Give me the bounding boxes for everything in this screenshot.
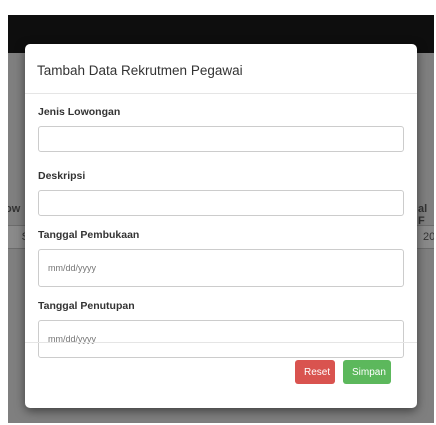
background-table-header-left: ow bbox=[8, 203, 21, 215]
deskripsi-input[interactable] bbox=[38, 190, 404, 216]
modal-footer: Reset Simpan bbox=[25, 342, 417, 408]
form-group-tanggal-pembukaan: Tanggal Pembukaan bbox=[38, 229, 404, 287]
background-table-header-right: al F bbox=[418, 203, 428, 227]
reset-button[interactable]: Reset bbox=[295, 360, 335, 384]
tanggal-pembukaan-input[interactable] bbox=[38, 249, 404, 287]
jenis-lowongan-input[interactable] bbox=[38, 126, 404, 152]
modal-body: Jenis Lowongan Deskripsi Tanggal Pembuka… bbox=[25, 94, 417, 358]
save-button[interactable]: Simpan bbox=[343, 360, 391, 384]
modal-header: Tambah Data Rekrutmen Pegawai bbox=[25, 44, 417, 94]
form-group-jenis-lowongan: Jenis Lowongan bbox=[38, 106, 404, 152]
tanggal-pembukaan-label: Tanggal Pembukaan bbox=[38, 229, 140, 241]
modal-title: Tambah Data Rekrutmen Pegawai bbox=[37, 63, 243, 78]
form-group-deskripsi: Deskripsi bbox=[38, 170, 404, 216]
jenis-lowongan-label: Jenis Lowongan bbox=[38, 106, 121, 118]
background-table-cell-right: 20 bbox=[416, 225, 434, 249]
add-recruitment-modal: Tambah Data Rekrutmen Pegawai Jenis Lowo… bbox=[25, 44, 417, 408]
deskripsi-label: Deskripsi bbox=[38, 170, 86, 182]
tanggal-penutupan-label: Tanggal Penutupan bbox=[38, 300, 135, 312]
